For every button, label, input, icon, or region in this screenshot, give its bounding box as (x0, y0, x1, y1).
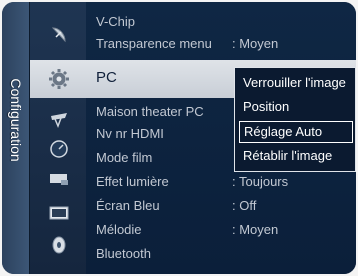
popup-item-verrouiller-image[interactable]: Verrouiller l'image (239, 72, 353, 94)
popup-item-retablir-image[interactable]: Rétablir l'image (239, 145, 353, 167)
menu-item-label: Écran Bleu (96, 198, 160, 213)
menu-item-bluetooth[interactable]: Bluetooth (86, 244, 356, 264)
clock-icon[interactable] (48, 138, 70, 160)
menu-item-value: : Moyen (232, 36, 279, 51)
menu-item-ecran-bleu[interactable]: Écran Bleu : Off (86, 196, 356, 216)
menu-item-value: : Off (232, 198, 257, 213)
menu-item-label: Transparence menu (96, 36, 212, 51)
input-device-icon[interactable] (48, 168, 70, 190)
pc-submenu-popup: Verrouiller l'image Position Réglage Aut… (234, 67, 356, 172)
menu-item-label: Mélodie (96, 222, 142, 237)
popup-item-position[interactable]: Position (239, 96, 353, 118)
menu-item-value: : Moyen (232, 222, 279, 237)
menu-item-melodie[interactable]: Mélodie : Moyen (86, 220, 356, 240)
menu-item-transparence-menu[interactable]: Transparence menu : Moyen (86, 34, 356, 54)
menu-item-label: Nv nr HDMI (96, 126, 164, 141)
menu-item-label: Bluetooth (96, 246, 151, 261)
selected-icon-highlight (30, 60, 86, 98)
antenna-icon[interactable] (48, 108, 70, 130)
settings-gear-icon[interactable] (48, 68, 70, 90)
popup-item-reglage-auto[interactable]: Réglage Auto (239, 121, 353, 143)
menu-item-label: Effet lumière (96, 174, 169, 189)
side-tab[interactable]: Configuration (2, 2, 30, 274)
satellite-dish-icon[interactable] (48, 24, 70, 46)
menu-item-v-chip[interactable]: V-Chip (86, 12, 356, 32)
menu-item-effet-lumiere[interactable]: Effet lumière : Toujours (86, 172, 356, 192)
side-tab-label: Configuration (8, 78, 24, 162)
menu-item-value: : Toujours (232, 174, 289, 189)
menu-item-label: Maison theater PC (96, 104, 204, 119)
disc-icon[interactable] (48, 234, 70, 256)
menu-item-label: PC (96, 69, 117, 86)
icon-column (30, 2, 86, 274)
menu-item-label: Mode film (96, 150, 153, 165)
menu-item-label: V-Chip (96, 14, 136, 29)
screen-icon[interactable] (48, 202, 70, 224)
